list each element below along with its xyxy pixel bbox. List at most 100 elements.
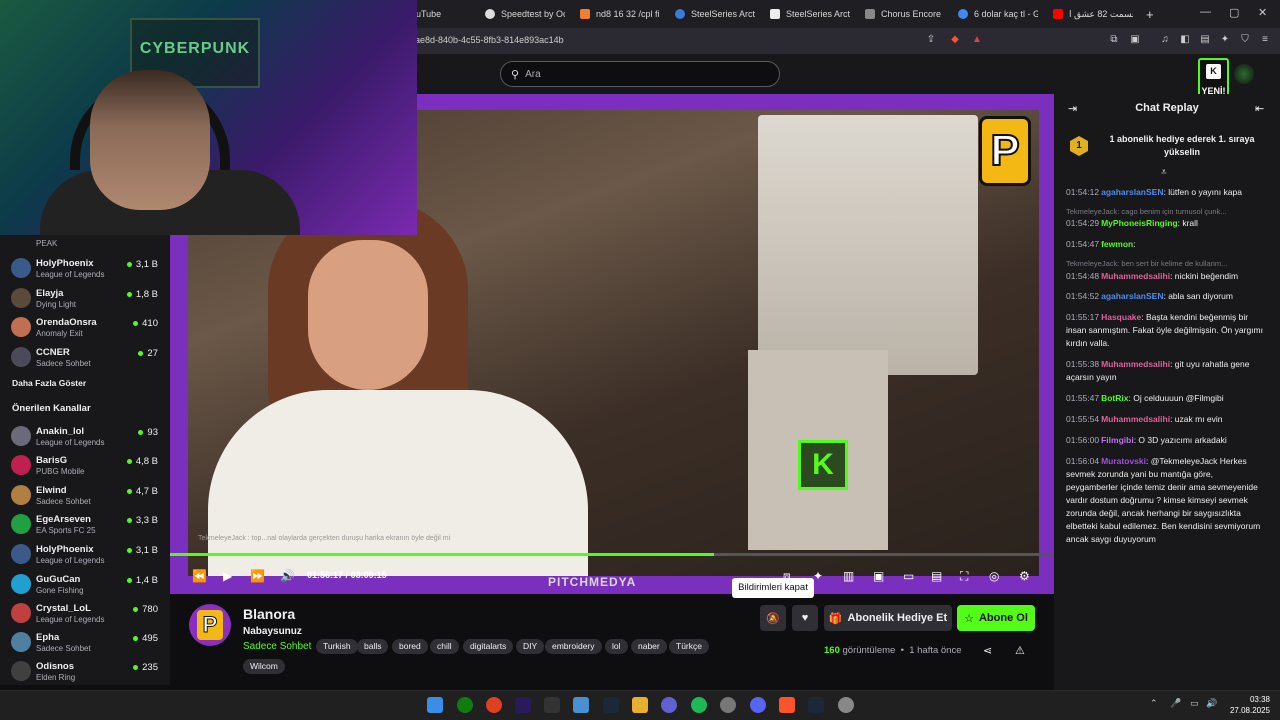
chat-message[interactable]: 01:54:47 fewmon: (1066, 238, 1266, 251)
chat-username[interactable]: Filmgibi (1101, 435, 1134, 445)
chat-message[interactable]: 01:54:52 agaharslanSEN: abla san diyorum (1066, 290, 1266, 303)
pinned-gift-banner[interactable]: 1 1 abonelik hediye ederek 1. sıraya yük… (1062, 128, 1272, 164)
pip-icon[interactable]: ▣ (873, 565, 884, 587)
chat-message[interactable]: 01:54:12 agaharslanSEN: lütfen o yayını k… (1066, 186, 1266, 199)
sidebar-channel[interactable]: Epha Sadece Sohbet 495 (0, 627, 170, 657)
leo-ai-icon[interactable]: ✦ (1218, 33, 1232, 47)
stats-icon[interactable]: ▥ (843, 565, 854, 587)
chat-message[interactable]: 01:55:54 Muhammedsalihi: uzak mı evin (1066, 413, 1266, 426)
sidebar-icon[interactable]: ◧ (1178, 33, 1192, 47)
browser-tab[interactable]: nd8 16 32 /cpl fil (580, 4, 660, 24)
chat-reply-context[interactable]: TekmeleyeJack: ben sert bir kelime de ku… (1066, 257, 1266, 270)
tray-chevron-icon[interactable]: ⌃ (1150, 698, 1158, 709)
speed-icon[interactable]: ◎ (989, 565, 999, 587)
sidebar-channel[interactable]: OrendaOnsra Anomaly Exit 410 (0, 312, 170, 342)
fullscreen-icon[interactable]: ⛶ (960, 565, 968, 587)
extensions-icon[interactable]: ⧉ (1107, 33, 1121, 47)
theater-icon[interactable]: ▭ (903, 565, 914, 587)
chat-username[interactable]: Hasquake (1101, 312, 1141, 322)
show-more-link[interactable]: Daha Fazla Göster (12, 378, 86, 388)
chat-username[interactable]: fewmon (1101, 239, 1133, 249)
volume-icon[interactable]: 🔊 (1206, 698, 1217, 709)
gift-subscription-button[interactable]: 🎁 Abonelik Hediye Et (824, 605, 952, 631)
tag[interactable]: balls (357, 639, 389, 654)
chat-message[interactable]: 01:54:29 MyPhoneisRinging: krall (1066, 217, 1266, 230)
music-icon[interactable]: ♫ (1158, 33, 1172, 47)
tag[interactable]: digitalarts (463, 639, 514, 654)
tag[interactable]: Wilcom (243, 659, 285, 674)
minimize-button[interactable]: — (1200, 6, 1211, 18)
chat-username[interactable]: agaharslanSEN (1101, 187, 1163, 197)
chat-message[interactable]: 01:55:38 Muhammedsalihi: git uyu rahatla … (1066, 358, 1266, 384)
file-explorer-icon[interactable] (632, 697, 648, 713)
tag[interactable]: Turkish (316, 639, 358, 654)
popout-icon[interactable]: ⇤ (1255, 102, 1264, 115)
sidebar-channel[interactable]: BarisG PUBG Mobile 4,8 B (0, 450, 170, 480)
sidebar-channel[interactable]: HolyPhoenix League of Legends 3,1 B (0, 539, 170, 569)
tag[interactable]: bored (392, 639, 428, 654)
chat-message[interactable]: 01:55:47 BotRix: Oj celduuuun @Filmgibi (1066, 392, 1266, 405)
report-icon[interactable]: ⚠ (1015, 644, 1025, 657)
settings-icon[interactable]: ⚙ (1019, 565, 1030, 587)
notifications-off-button[interactable]: 🔕 (760, 605, 786, 631)
play-icon[interactable]: ▶ (223, 565, 232, 587)
chat-username[interactable]: agaharslanSEN (1101, 291, 1163, 301)
fast-forward-icon[interactable]: ⏩ (250, 565, 265, 587)
chat-message[interactable]: 01:55:17 Hasquake: Başta kendini beğenmiş… (1066, 311, 1266, 350)
subscribe-button[interactable]: ☆ Abone Ol (957, 605, 1035, 631)
sidebar-channel[interactable]: Crystal_LoL League of Legends 780 (0, 598, 170, 628)
settings-icon[interactable] (838, 697, 854, 713)
user-avatar[interactable] (1234, 64, 1254, 84)
channel-name[interactable]: Blanora (243, 606, 295, 622)
browser-tab[interactable]: Chorus Encore (865, 4, 945, 24)
browser-tab[interactable]: SteelSeries Arctis (770, 4, 850, 24)
sidebar-channel[interactable]: EgeArseven EA Sports FC 25 3,3 B (0, 509, 170, 539)
epic-games-icon[interactable] (544, 697, 560, 713)
chat-username[interactable]: Muhammedsalihi (1101, 271, 1170, 281)
sidebar-channel[interactable]: Elwind Sadece Sohbet 4,7 B (0, 480, 170, 510)
tag[interactable]: chill (430, 639, 459, 654)
menu-icon[interactable]: ≡ (1258, 33, 1272, 47)
share-icon[interactable]: ⋖ (983, 644, 992, 657)
sidebar-channel[interactable]: Odisnos Elden Ring 235 (0, 656, 170, 686)
chat-username[interactable]: MyPhoneisRinging (1101, 218, 1178, 228)
app-icon[interactable] (661, 697, 677, 713)
xbox-icon[interactable] (457, 697, 473, 713)
close-button[interactable]: ✕ (1258, 6, 1267, 19)
browser-tab[interactable]: SteelSeries Arctis (675, 4, 755, 24)
wallet-icon[interactable]: ▤ (1198, 33, 1212, 47)
chat-username[interactable]: BotRix (1101, 393, 1128, 403)
tag[interactable]: DIY (516, 639, 545, 654)
brave-shield-icon[interactable]: ◆ (948, 33, 962, 47)
discord-icon[interactable] (750, 697, 766, 713)
tag[interactable]: lol (605, 639, 628, 654)
tag[interactable]: Türkçe (669, 639, 709, 654)
tag[interactable]: embroidery (545, 639, 602, 654)
tag[interactable]: naber (631, 639, 667, 654)
premiere-icon[interactable] (515, 697, 531, 713)
video-progress-bar[interactable] (170, 553, 1054, 556)
microphone-icon[interactable]: 🎤 (1170, 698, 1181, 709)
brave-icon[interactable] (779, 697, 795, 713)
brave-rewards-icon[interactable]: ▲ (970, 33, 984, 47)
chat-message[interactable]: 01:56:00 Filmgibi: O 3D yazıcımı arkadaki (1066, 434, 1266, 447)
sidebar-channel[interactable]: Elayja Dying Light 1,8 B (0, 283, 170, 313)
sidebar-channel[interactable]: GuGuCan Gone Fishing 1,4 B (0, 569, 170, 599)
browser-tab[interactable]: 6 dolar kaç tl - Go (958, 4, 1038, 24)
windows-start-icon[interactable] (427, 697, 443, 713)
url-text[interactable]: ae8d-840b-4c55-8fb3-814e893ac14b (415, 35, 564, 45)
vpn-icon[interactable]: ⛉ (1238, 33, 1252, 47)
sidebar-channel[interactable]: CCNER Sadece Sohbet 27 (0, 342, 170, 372)
share-icon[interactable]: ⇪ (924, 33, 938, 47)
browser-tab[interactable]: قسمت 82 عشق ا (1053, 4, 1133, 24)
volume-icon[interactable]: 🔊 (280, 565, 295, 587)
chat-message[interactable]: 01:54:48 Muhammedsalihi: nickini beğendim (1066, 270, 1266, 283)
spotify-icon[interactable] (691, 697, 707, 713)
sparkle-icon[interactable]: ✦ (813, 565, 823, 587)
steam-icon[interactable] (808, 697, 824, 713)
new-tab-button[interactable]: + (1146, 4, 1158, 24)
sidebar-channel[interactable]: HolyPhoenix League of Legends 3,1 B (0, 253, 170, 283)
monitor-icon[interactable] (573, 697, 589, 713)
screenshot-icon[interactable]: ▣ (1128, 33, 1142, 47)
mini-player-icon[interactable]: ▤ (931, 565, 942, 587)
